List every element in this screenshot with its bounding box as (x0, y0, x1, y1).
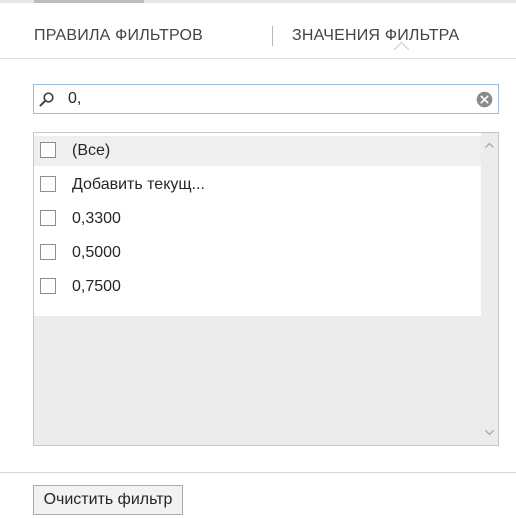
search-input[interactable] (68, 89, 468, 109)
top-divider (0, 0, 516, 3)
search-box[interactable] (33, 84, 499, 114)
list-item-label: 0,3300 (72, 210, 121, 227)
list-item-label: 0,7500 (72, 278, 121, 295)
clear-search-icon[interactable] (476, 91, 493, 108)
tab-separator (272, 26, 273, 46)
chevron-up-icon[interactable] (481, 137, 498, 154)
list-item[interactable]: 0,7500 (34, 272, 482, 302)
list-item-all[interactable]: (Все) (34, 136, 482, 166)
checkbox[interactable] (40, 210, 56, 226)
filter-tabs: ПРАВИЛА ФИЛЬТРОВ ЗНАЧЕНИЯ ФИЛЬТРА (0, 16, 516, 56)
checkbox[interactable] (40, 142, 56, 158)
tab-underline-divider (0, 58, 516, 59)
active-tab-indicator (396, 44, 410, 58)
list-item-label: (Все) (72, 142, 111, 159)
list-item[interactable]: 0,5000 (34, 238, 482, 268)
checkbox[interactable] (40, 176, 56, 192)
filter-values-list: (Все) Добавить текущ... 0,3300 0,5000 0,… (33, 132, 499, 446)
chevron-down-icon[interactable] (481, 424, 498, 441)
checkbox[interactable] (40, 278, 56, 294)
clear-filter-button[interactable]: Очистить фильтр (33, 485, 183, 515)
list-scrollbar[interactable] (481, 133, 498, 445)
list-item-label: 0,5000 (72, 244, 121, 261)
list-item-add-current[interactable]: Добавить текущ... (34, 170, 482, 200)
list-item-label: Добавить текущ... (72, 176, 205, 193)
bottom-divider (0, 472, 516, 473)
list-item[interactable]: 0,3300 (34, 204, 482, 234)
tab-filter-values[interactable]: ЗНАЧЕНИЯ ФИЛЬТРА (292, 16, 459, 56)
checkbox[interactable] (40, 244, 56, 260)
search-icon (39, 91, 55, 107)
tab-filter-rules[interactable]: ПРАВИЛА ФИЛЬТРОВ (34, 16, 203, 56)
